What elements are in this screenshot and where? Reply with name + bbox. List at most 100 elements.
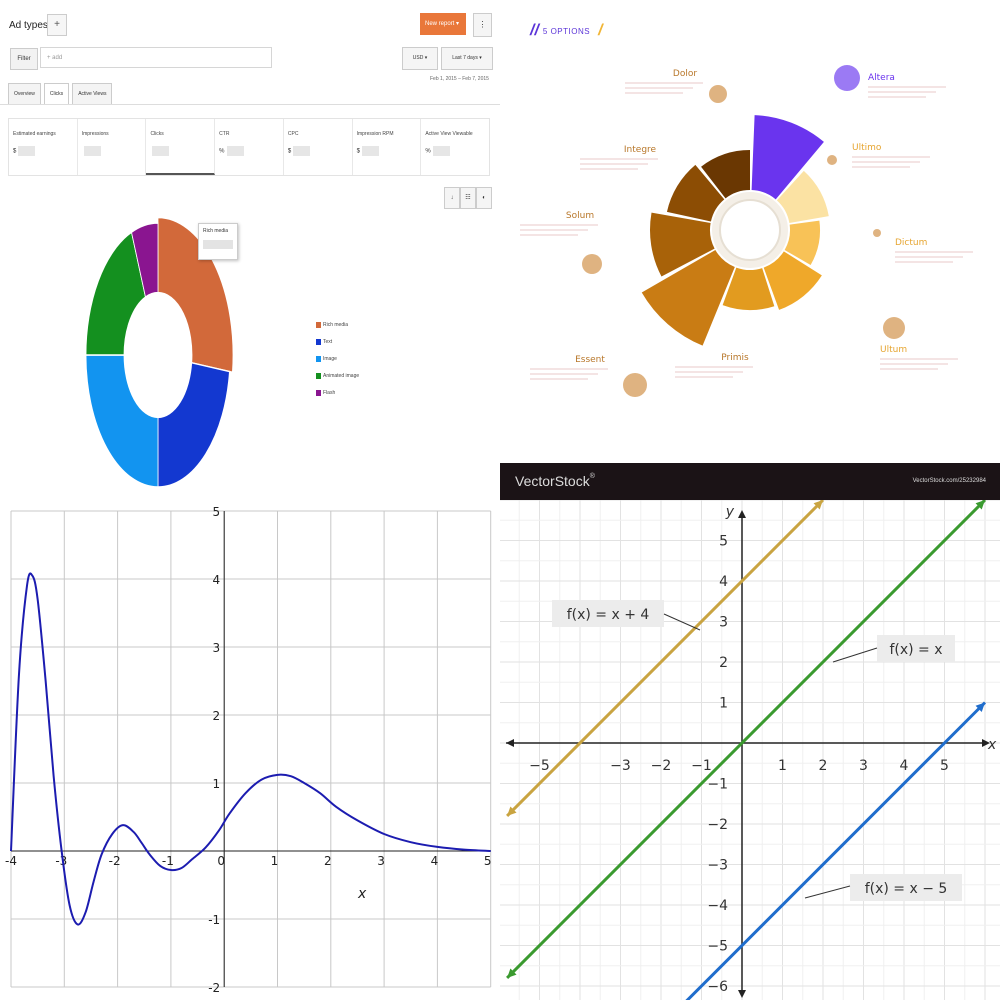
decor-dot <box>827 155 837 165</box>
function-label: f(x) = x <box>889 642 942 658</box>
legend-item-image[interactable]: Image <box>316 350 359 367</box>
chart-legend: Rich media Text Image Animated image Flash <box>316 316 359 401</box>
x-tick-label: 1 <box>271 854 279 868</box>
decor-dot <box>623 373 647 397</box>
y-tick-label: −4 <box>707 898 728 914</box>
y-tick-label: 5 <box>719 534 728 550</box>
y-tick-label: −1 <box>707 777 728 793</box>
label-integre: Integre <box>624 145 657 155</box>
label-essent: Essent <box>575 355 605 365</box>
linear-functions-svg: −5 −3 −2 −1 1 2 3 4 5 5 4 3 2 1 −1 −2 −3 −4 −5 −6 x y f(x) = x… <box>500 500 1000 1000</box>
legend-swatch <box>316 372 321 379</box>
x-tick-label: 4 <box>900 758 909 774</box>
legend-label: Image <box>323 355 337 362</box>
decor-dot <box>582 254 602 274</box>
x-tick-label: −3 <box>610 758 631 774</box>
y-tick-label: −5 <box>707 939 728 955</box>
legend-swatch <box>316 338 321 345</box>
brand-url: VectorStock.com/25232984 <box>912 478 986 484</box>
y-tick-label: 5 <box>213 505 221 519</box>
function-plot: -4 -3 -2 -1 0 1 2 3 4 5 5 4 3 2 1 -1 -2 x <box>0 500 500 1000</box>
donut-slice-text <box>157 361 230 488</box>
function-label: f(x) = x − 5 <box>865 881 948 897</box>
line-f-x-x <box>506 500 987 979</box>
y-axis-label: y <box>725 504 735 520</box>
x-tick-label: -4 <box>5 854 17 868</box>
legend-item-rich-media[interactable]: Rich media <box>316 316 359 333</box>
x-tick-label: 5 <box>484 854 492 868</box>
label-dictum: Dictum <box>895 238 927 248</box>
x-tick-label: 3 <box>377 854 385 868</box>
y-tick-label: 3 <box>213 641 221 655</box>
legend-label: Animated image <box>323 372 360 379</box>
decor-dot <box>834 65 860 91</box>
x-tick-label: 1 <box>778 758 787 774</box>
line-f-x-x-5 <box>685 701 987 1000</box>
x-tick-label: -1 <box>162 854 174 868</box>
x-tick-label: −2 <box>651 758 672 774</box>
y-tick-label: -2 <box>208 981 220 995</box>
legend-label: Rich media <box>323 321 349 328</box>
x-tick-label: −5 <box>529 758 550 774</box>
y-tick-label: 4 <box>719 574 728 590</box>
label-leader-line <box>832 647 878 663</box>
tooltip-label: Rich media <box>203 228 229 234</box>
x-axis-label: x <box>987 737 997 753</box>
legend-swatch <box>316 389 321 396</box>
label-altera: Altera <box>868 73 895 83</box>
x-tick-label: 5 <box>940 758 949 774</box>
options-infographic: // 5 OPTIONS / Altera Ultimo Dictum Ultum Pr… <box>500 0 1000 500</box>
x-axis-arrow-left <box>506 739 514 747</box>
decor-dot <box>883 317 905 339</box>
x-tick-label: −1 <box>691 758 712 774</box>
legend-item-flash[interactable]: Flash <box>316 384 359 401</box>
y-tick-label: 2 <box>213 709 221 723</box>
y-tick-label: 2 <box>719 655 728 671</box>
center-circle <box>719 199 781 261</box>
function-curve <box>10 572 491 926</box>
y-tick-label: -1 <box>208 913 220 927</box>
legend-item-text[interactable]: Text <box>316 333 359 350</box>
legend-swatch <box>316 321 321 328</box>
legend-swatch <box>316 355 321 362</box>
chart-tooltip: Rich media <box>198 223 238 260</box>
legend-label: Text <box>323 338 333 345</box>
y-tick-label: 3 <box>719 615 728 631</box>
label-solum: Solum <box>566 211 594 221</box>
function-label: f(x) = x + 4 <box>567 607 650 623</box>
x-axis-label: x <box>357 886 367 902</box>
x-tick-label: 0 <box>217 854 225 868</box>
y-tick-label: 1 <box>213 777 221 791</box>
x-tick-label: 4 <box>431 854 439 868</box>
x-tick-label: 3 <box>859 758 868 774</box>
x-tick-label: 2 <box>324 854 332 868</box>
legend-label: Flash <box>323 389 336 396</box>
decor-dot <box>873 229 881 237</box>
y-axis-arrow-bottom <box>738 990 746 998</box>
segment-essent <box>641 250 735 346</box>
decor-dot <box>709 85 727 103</box>
y-tick-label: −3 <box>707 858 728 874</box>
y-tick-label: 4 <box>213 573 221 587</box>
y-tick-label: −2 <box>707 817 728 833</box>
legend-item-animated-image[interactable]: Animated image <box>316 367 359 384</box>
tooltip-value <box>203 240 233 249</box>
brand-name: VectorStock <box>515 473 590 489</box>
grid-lines <box>10 510 492 988</box>
label-primis: Primis <box>721 353 749 363</box>
x-tick-label: -2 <box>109 854 121 868</box>
brand-mark: ® <box>589 473 595 480</box>
y-tick-label: −6 <box>707 979 728 995</box>
label-ultum: Ultum <box>880 345 907 355</box>
ad-types-dashboard: Ad types ▾ + New report ▾ ⋮ Filter + add… <box>0 0 500 500</box>
y-axis-arrow-top <box>738 510 746 518</box>
label-dolor: Dolor <box>673 69 697 79</box>
y-tick-label: 1 <box>719 696 728 712</box>
watermark-bar: VectorStock® VectorStock.com/25232984 <box>500 463 1000 500</box>
function-plot-svg: -4 -3 -2 -1 0 1 2 3 4 554321-1-2x <box>5 505 492 995</box>
donut-slice-image <box>85 354 159 488</box>
label-ultimo: Ultimo <box>852 143 882 153</box>
brand-logo: VectorStock® <box>515 473 595 489</box>
x-tick-label: 2 <box>819 758 828 774</box>
linear-functions-plot: −5 −3 −2 −1 1 2 3 4 5 5 4 3 2 1 −1 −2 −3 −4 −5 −6 x y f(x) = x… <box>500 500 1000 1000</box>
